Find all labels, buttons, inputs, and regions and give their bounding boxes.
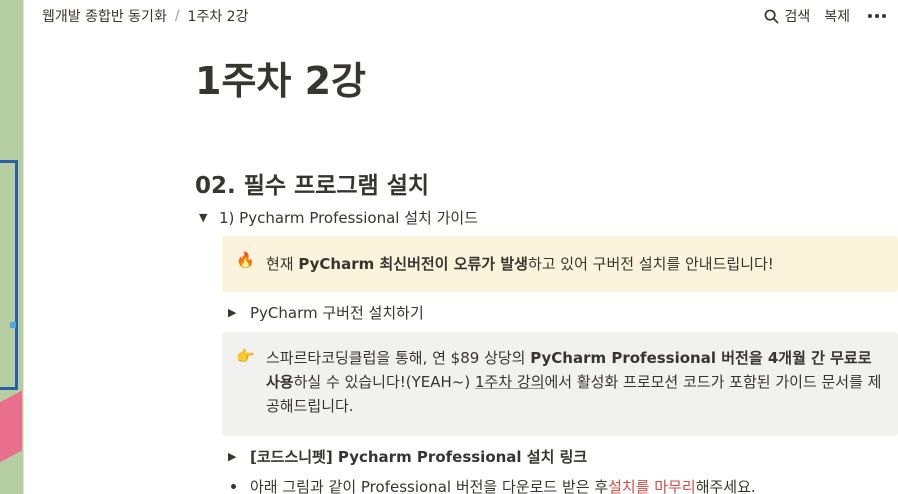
breadcrumb-workspace[interactable]: 웹개발 종합반 동기화: [42, 6, 167, 26]
search-button[interactable]: 검색: [764, 6, 810, 26]
duplicate-label: 복제: [824, 9, 850, 25]
page-title: 1주차 2강: [195, 59, 366, 103]
decorative-pink-shape: [0, 390, 22, 466]
toggle-old-version-label: PyCharm 구버전 설치하기: [250, 304, 424, 322]
toggle-old-version[interactable]: ▶ PyCharm 구버전 설치하기: [228, 302, 424, 323]
lecture-link[interactable]: 1주차 강의: [475, 373, 545, 391]
callout-warning: 🔥 현재 PyCharm 최신버전이 오류가 발생하고 있어 구버전 설치를 안…: [222, 236, 898, 292]
search-icon: [765, 9, 779, 23]
callout-info: 👉 스파르타코딩클럽을 통해, 연 $89 상당의 PyCharm Profes…: [222, 332, 898, 436]
fire-icon: 🔥: [236, 251, 255, 269]
decorative-frame: [0, 160, 18, 390]
callout-warning-bold: PyCharm 최신버전이 오류가 발생: [298, 255, 528, 273]
bullet-prefix: 아래 그림과 같이 Professional 버전을 다운로드 받은 후: [250, 478, 609, 494]
list-item: 아래 그림과 같이 Professional 버전을 다운로드 받은 후 설치를…: [231, 476, 756, 494]
toggle-pycharm-guide[interactable]: ▼ 1) Pycharm Professional 설치 가이드: [199, 207, 478, 228]
toggle-expanded-icon[interactable]: ▼: [199, 211, 219, 224]
toggle-pycharm-guide-label: 1) Pycharm Professional 설치 가이드: [219, 209, 478, 227]
left-decorative-strip: [0, 0, 24, 494]
breadcrumb-separator: /: [174, 8, 180, 24]
callout-warning-prefix: 현재: [266, 255, 299, 273]
decorative-dot: [10, 322, 16, 328]
callout-info-text1: 스파르타코딩클럽을 통해, 연 $89 상당의: [266, 349, 531, 367]
breadcrumb-page[interactable]: 1주차 2강: [188, 6, 249, 26]
more-options-icon[interactable]: [864, 14, 890, 18]
callout-info-text2: 하실 수 있습니다!(YEAH~): [293, 373, 475, 391]
section-heading: 02. 필수 프로그램 설치: [195, 173, 430, 199]
toggle-collapsed-icon[interactable]: ▶: [228, 306, 250, 319]
search-label: 검색: [784, 9, 811, 25]
duplicate-button[interactable]: 복제: [824, 6, 850, 26]
bullet-suffix: 해주세요.: [695, 478, 756, 494]
toggle-snippet[interactable]: ▶ [코드스니펫] Pycharm Professional 설치 링크: [228, 446, 587, 467]
bullet-icon: [231, 484, 236, 489]
toggle-snippet-label: [코드스니펫] Pycharm Professional 설치 링크: [250, 448, 588, 466]
callout-warning-suffix: 하고 있어 구버전 설치를 안내드립니다!: [527, 255, 774, 273]
bullet-red-text: 설치를 마무리: [608, 478, 696, 494]
toggle-collapsed-icon[interactable]: ▶: [228, 450, 250, 463]
top-actions: 검색 복제: [764, 0, 890, 32]
pointing-hand-icon: 👉: [236, 347, 255, 365]
